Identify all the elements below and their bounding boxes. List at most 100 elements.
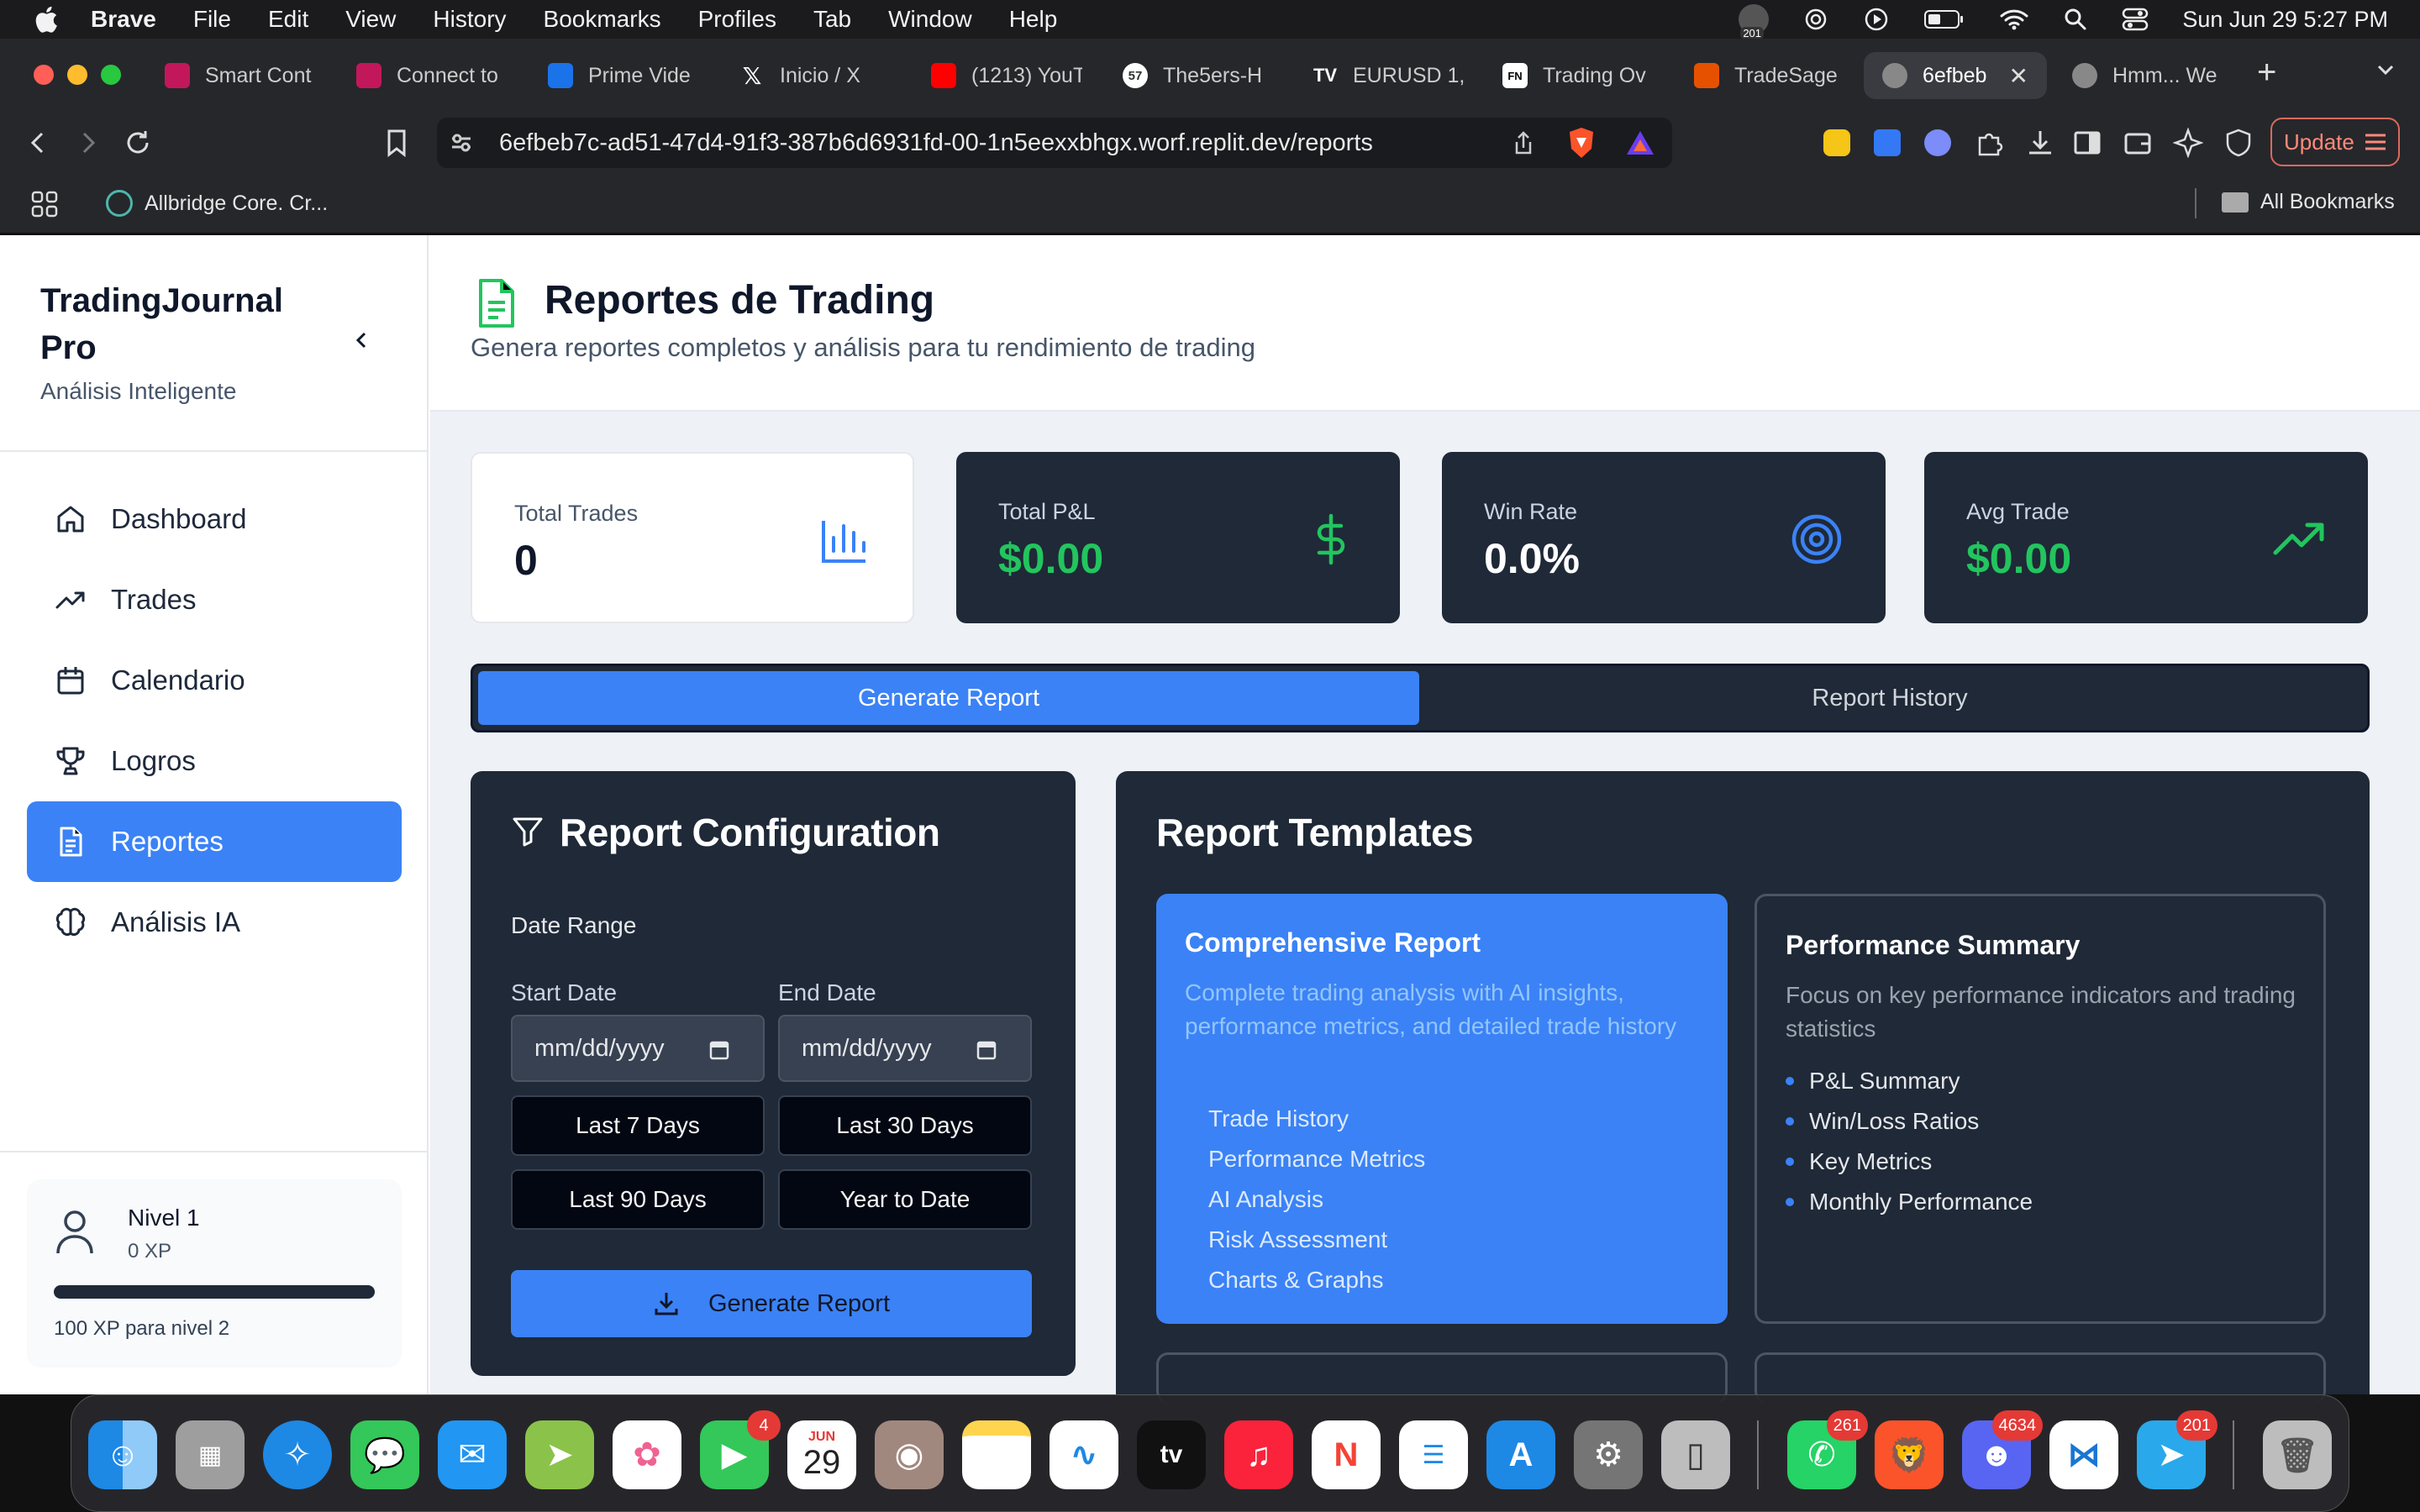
whatsapp-icon[interactable]: ✆ 261 [1787, 1410, 1868, 1489]
apple-icon[interactable] [32, 4, 59, 34]
menu-window[interactable]: Window [888, 6, 972, 33]
last-90-days-button[interactable]: Last 90 Days [511, 1169, 765, 1230]
calendar-icon[interactable] [976, 1040, 997, 1060]
browser-tab[interactable]: TV EURUSD 1, [1313, 52, 1464, 99]
sidebar-item-dashboard[interactable]: Dashboard [27, 479, 402, 559]
brave-browser-icon[interactable]: 🦁 [1875, 1420, 1944, 1489]
menu-profiles[interactable]: Profiles [698, 6, 776, 33]
vscode-icon[interactable]: ⋈ [2049, 1420, 2118, 1489]
iphone-mirroring-icon[interactable]: ▯ [1661, 1420, 1730, 1489]
menu-file[interactable]: File [193, 6, 231, 33]
menu-view[interactable]: View [345, 6, 396, 33]
reminders-icon[interactable]: ☰ [1399, 1420, 1468, 1489]
download-icon[interactable] [2025, 128, 2055, 158]
menu-app-name[interactable]: Brave [91, 6, 156, 33]
last-30-days-button[interactable]: Last 30 Days [778, 1095, 1032, 1156]
mail-icon[interactable]: ✉ [438, 1420, 507, 1489]
template-comprehensive-report[interactable]: Comprehensive Report Complete trading an… [1156, 894, 1728, 1324]
generate-report-button[interactable]: Generate Report [511, 1270, 1032, 1337]
forward-icon[interactable] [74, 129, 101, 156]
control-center-icon[interactable] [2122, 7, 2149, 32]
music-icon[interactable]: ♫ [1224, 1420, 1293, 1489]
bookmark-icon[interactable] [383, 128, 410, 158]
all-bookmarks[interactable]: All Bookmarks [2222, 190, 2395, 214]
news-icon[interactable]: N [1312, 1420, 1381, 1489]
vpn-icon[interactable] [2223, 128, 2254, 158]
browser-tab[interactable]: 𝕏 Inicio / X [739, 52, 891, 99]
app-store-icon[interactable]: A [1486, 1420, 1555, 1489]
discord-icon[interactable]: ☻ 4634 [1962, 1410, 2043, 1489]
template-performance-summary[interactable]: Performance Summary Focus on key perform… [1754, 894, 2326, 1324]
sidebar-item-reportes[interactable]: Reportes [27, 801, 402, 882]
menu-edit[interactable]: Edit [268, 6, 308, 33]
battery-icon[interactable] [1923, 8, 1965, 30]
maps-icon[interactable]: ➤ [525, 1420, 594, 1489]
tab-generate-report[interactable]: Generate Report [478, 671, 1419, 725]
browser-tab-active[interactable]: 6efbeb ✕ [1864, 52, 2047, 99]
calendar-icon[interactable] [709, 1040, 729, 1060]
browser-tab[interactable]: Prime Vide [548, 52, 699, 99]
trash-icon[interactable]: 🗑 [2263, 1420, 2332, 1489]
last-7-days-button[interactable]: Last 7 Days [511, 1095, 765, 1156]
apple-tv-icon[interactable]: tv [1137, 1420, 1206, 1489]
tab-list-chevron-icon[interactable] [2375, 59, 2396, 81]
browser-tab[interactable]: FN Trading Ov [1502, 52, 1654, 99]
status-app-icon[interactable]: 201 [1739, 4, 1770, 39]
bookmark-item[interactable]: Allbridge Core. Cr... [106, 190, 328, 217]
openai-icon[interactable] [1802, 6, 1829, 33]
freeform-icon[interactable]: ∿ [1050, 1420, 1118, 1489]
extension-icon[interactable] [1924, 129, 1951, 156]
sidebar-item-logros[interactable]: Logros [27, 721, 402, 801]
messages-icon[interactable]: 💬 [350, 1420, 419, 1489]
play-icon[interactable] [1863, 6, 1890, 33]
safari-icon[interactable]: ✧ [263, 1420, 332, 1489]
wallet-icon[interactable] [2123, 128, 2153, 158]
extension-icon[interactable] [1823, 129, 1850, 156]
collapse-sidebar-chevron-icon[interactable] [350, 328, 375, 353]
notes-icon[interactable] [962, 1420, 1031, 1489]
browser-tab[interactable]: TradeSage [1694, 52, 1837, 99]
calendar-icon[interactable]: JUN 29 [787, 1420, 856, 1489]
sidebar-item-calendario[interactable]: Calendario [27, 640, 402, 721]
year-to-date-button[interactable]: Year to Date [778, 1169, 1032, 1230]
start-date-input[interactable]: mm/dd/yyyy [511, 1015, 765, 1082]
update-button[interactable]: Update [2270, 118, 2400, 166]
site-settings-icon[interactable] [449, 130, 474, 155]
wifi-icon[interactable] [1999, 8, 2029, 31]
minimize-window-button[interactable] [67, 65, 87, 85]
facetime-icon[interactable]: ▶ 4 [700, 1410, 781, 1489]
zoom-window-button[interactable] [101, 65, 121, 85]
tab-report-history[interactable]: Report History [1419, 671, 2360, 725]
telegram-icon[interactable]: ➤ 201 [2137, 1410, 2217, 1489]
system-settings-icon[interactable]: ⚙ [1574, 1420, 1643, 1489]
back-icon[interactable] [25, 129, 52, 156]
photos-icon[interactable]: ✿ [613, 1420, 681, 1489]
share-icon[interactable] [1511, 129, 1536, 156]
spotlight-search-icon[interactable] [2063, 7, 2088, 32]
browser-tab[interactable]: (1213) YouT [931, 52, 1082, 99]
browser-tab[interactable]: Smart Cont [165, 52, 316, 99]
finder-icon[interactable]: ☺ [88, 1420, 157, 1489]
browser-tab[interactable]: Connect to [356, 52, 508, 99]
clock[interactable]: Sun Jun 29 5:27 PM [2182, 7, 2388, 33]
new-tab-button[interactable]: + [2257, 54, 2276, 92]
sidebar-icon[interactable] [2072, 128, 2102, 158]
browser-tab[interactable]: 57 The5ers-H [1123, 52, 1274, 99]
menu-help[interactable]: Help [1009, 6, 1058, 33]
end-date-input[interactable]: mm/dd/yyyy [778, 1015, 1032, 1082]
extension-icon[interactable] [1874, 129, 1901, 156]
extensions-puzzle-icon[interactable] [1975, 128, 2005, 158]
reload-icon[interactable] [123, 128, 153, 158]
address-bar[interactable]: 6efbeb7c-ad51-47d4-91f3-387b6d6931fd-00-… [437, 118, 1672, 168]
browser-tab[interactable]: Hmm... We [2072, 52, 2223, 99]
sidebar-item-analisis-ia[interactable]: Análisis IA [27, 882, 402, 963]
menu-tab[interactable]: Tab [813, 6, 851, 33]
close-window-button[interactable] [34, 65, 54, 85]
brave-rewards-icon[interactable] [1625, 128, 1655, 158]
menu-bookmarks[interactable]: Bookmarks [544, 6, 661, 33]
sidebar-item-trades[interactable]: Trades [27, 559, 402, 640]
launchpad-icon[interactable]: ▦ [176, 1420, 245, 1489]
brave-shields-icon[interactable] [1566, 126, 1597, 160]
menu-history[interactable]: History [433, 6, 506, 33]
leo-ai-icon[interactable] [2173, 128, 2203, 158]
